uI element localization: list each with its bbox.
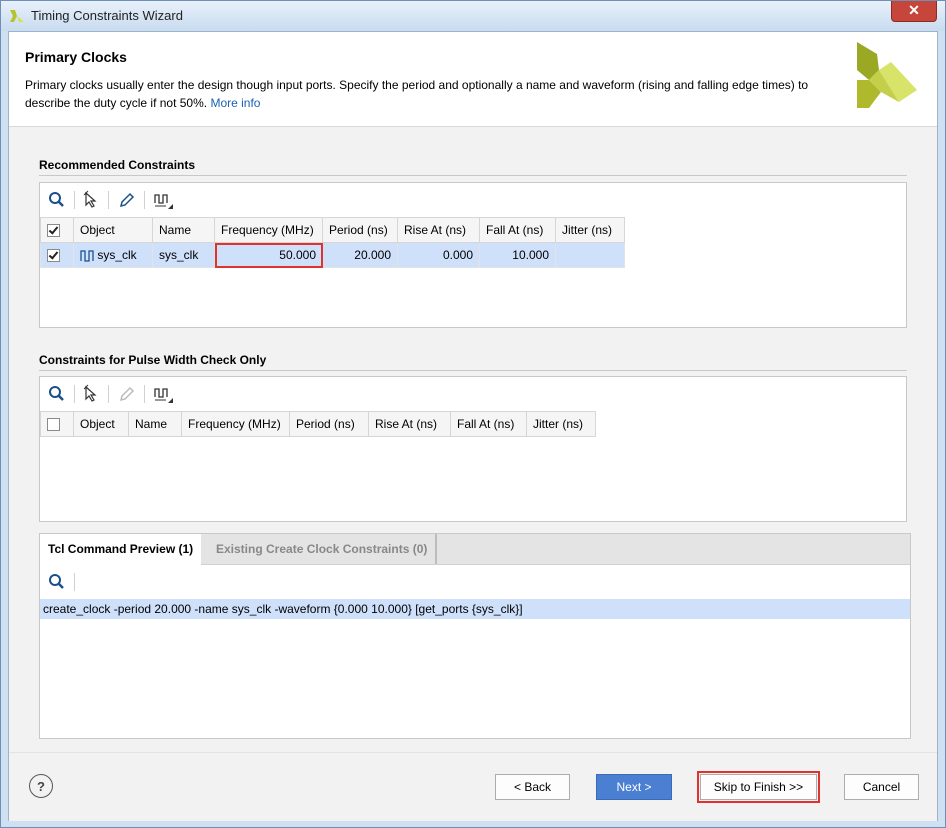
preview-tabs: Tcl Command Preview (1) Existing Create … bbox=[40, 534, 910, 565]
back-button[interactable]: < Back bbox=[495, 774, 570, 800]
pulse-width-label: Constraints for Pulse Width Check Only bbox=[39, 353, 267, 367]
recommended-toolbar bbox=[40, 183, 906, 217]
window-title: Timing Constraints Wizard bbox=[31, 8, 183, 23]
title-bar: Timing Constraints Wizard ✕ bbox=[1, 1, 945, 31]
pulse-width-toolbar bbox=[40, 377, 906, 411]
next-button[interactable]: Next > bbox=[596, 774, 672, 800]
select-objects-icon[interactable] bbox=[80, 189, 102, 211]
column-header[interactable]: Object bbox=[73, 411, 129, 437]
pulse-width-divider bbox=[39, 370, 907, 371]
edit-pencil-icon[interactable] bbox=[116, 189, 138, 211]
help-icon[interactable]: ? bbox=[29, 774, 53, 798]
object-value: sys_clk bbox=[97, 248, 137, 262]
column-header[interactable]: Name bbox=[152, 217, 215, 243]
description-text: Primary clocks usually enter the design … bbox=[25, 78, 809, 110]
column-header[interactable]: Jitter (ns) bbox=[555, 217, 625, 243]
preview-panel: Tcl Command Preview (1) Existing Create … bbox=[39, 533, 911, 739]
pulse-width-panel: Object Name Frequency (MHz) Period (ns) … bbox=[39, 376, 907, 522]
recommended-divider bbox=[39, 175, 907, 176]
clock-waveform-icon[interactable] bbox=[152, 189, 174, 211]
edit-pencil-icon bbox=[119, 386, 135, 402]
more-info-link[interactable]: More info bbox=[210, 96, 260, 110]
tab-existing-clocks[interactable]: Existing Create Clock Constraints (0) bbox=[208, 534, 438, 564]
table-header-row: Object Name Frequency (MHz) Period (ns) … bbox=[40, 411, 596, 437]
recommended-label: Recommended Constraints bbox=[39, 158, 196, 172]
table-header-row: Object Name Frequency (MHz) Period (ns) … bbox=[40, 217, 625, 243]
toolbar-separator bbox=[108, 191, 109, 209]
page-body: Recommended Constraints Object Name Freq… bbox=[9, 127, 937, 752]
jitter-cell[interactable] bbox=[555, 242, 625, 268]
toolbar-separator bbox=[144, 191, 145, 209]
column-header[interactable]: Name bbox=[128, 411, 182, 437]
row-checkbox[interactable] bbox=[47, 249, 60, 263]
tcl-command-line[interactable]: create_clock -period 20.000 -name sys_cl… bbox=[40, 599, 910, 619]
clock-waveform-icon[interactable] bbox=[152, 383, 174, 405]
column-header[interactable]: Fall At (ns) bbox=[479, 217, 556, 243]
search-icon[interactable] bbox=[46, 189, 68, 211]
toolbar-separator bbox=[74, 385, 75, 403]
period-cell[interactable]: 20.000 bbox=[322, 242, 398, 268]
cancel-button[interactable]: Cancel bbox=[844, 774, 919, 800]
page-header: Primary Clocks Primary clocks usually en… bbox=[9, 32, 937, 127]
page-description: Primary clocks usually enter the design … bbox=[25, 76, 845, 112]
select-all-checkbox[interactable] bbox=[47, 224, 60, 238]
row-select-cell[interactable] bbox=[40, 242, 74, 268]
select-all-checkbox[interactable] bbox=[47, 418, 60, 432]
column-header[interactable]: Frequency (MHz) bbox=[181, 411, 290, 437]
select-objects-icon[interactable] bbox=[80, 383, 102, 405]
column-header[interactable]: Period (ns) bbox=[322, 217, 398, 243]
column-header[interactable]: Rise At (ns) bbox=[397, 217, 480, 243]
vivado-app-icon bbox=[10, 10, 24, 22]
object-cell[interactable]: sys_clk bbox=[73, 242, 153, 268]
recommended-table: Object Name Frequency (MHz) Period (ns) … bbox=[40, 217, 625, 268]
preview-toolbar bbox=[40, 565, 910, 599]
toolbar-separator bbox=[108, 385, 109, 403]
column-header[interactable]: Frequency (MHz) bbox=[214, 217, 323, 243]
column-header[interactable]: Object bbox=[73, 217, 153, 243]
xilinx-logo bbox=[857, 42, 917, 108]
wizard-footer: ? < Back Next > Skip to Finish >> Cancel bbox=[9, 752, 937, 821]
page-title: Primary Clocks bbox=[25, 49, 127, 65]
rise-at-cell[interactable]: 0.000 bbox=[397, 242, 480, 268]
recommended-panel: Object Name Frequency (MHz) Period (ns) … bbox=[39, 182, 907, 328]
close-button[interactable]: ✕ bbox=[891, 1, 937, 22]
wizard-window: Timing Constraints Wizard ✕ Primary Cloc… bbox=[0, 0, 946, 828]
clock-port-icon bbox=[80, 250, 94, 262]
select-all-header[interactable] bbox=[40, 411, 74, 437]
highlight-box bbox=[697, 771, 820, 803]
column-header[interactable]: Rise At (ns) bbox=[368, 411, 451, 437]
fall-at-cell[interactable]: 10.000 bbox=[479, 242, 556, 268]
search-icon[interactable] bbox=[46, 383, 68, 405]
search-icon[interactable] bbox=[46, 571, 68, 593]
wizard-client: Primary Clocks Primary clocks usually en… bbox=[8, 31, 938, 821]
toolbar-separator bbox=[74, 573, 75, 591]
column-header[interactable]: Period (ns) bbox=[289, 411, 369, 437]
toolbar-separator bbox=[74, 191, 75, 209]
column-header[interactable]: Fall At (ns) bbox=[450, 411, 527, 437]
select-all-header[interactable] bbox=[40, 217, 74, 243]
pulse-width-table: Object Name Frequency (MHz) Period (ns) … bbox=[40, 411, 596, 437]
frequency-cell[interactable]: 50.000 bbox=[214, 242, 323, 268]
column-header[interactable]: Jitter (ns) bbox=[526, 411, 596, 437]
toolbar-separator bbox=[144, 385, 145, 403]
table-row[interactable]: sys_clk sys_clk 50.000 20.000 0.000 10.0… bbox=[40, 242, 625, 268]
name-cell[interactable]: sys_clk bbox=[152, 242, 215, 268]
tab-tcl-preview[interactable]: Tcl Command Preview (1) bbox=[40, 534, 202, 565]
